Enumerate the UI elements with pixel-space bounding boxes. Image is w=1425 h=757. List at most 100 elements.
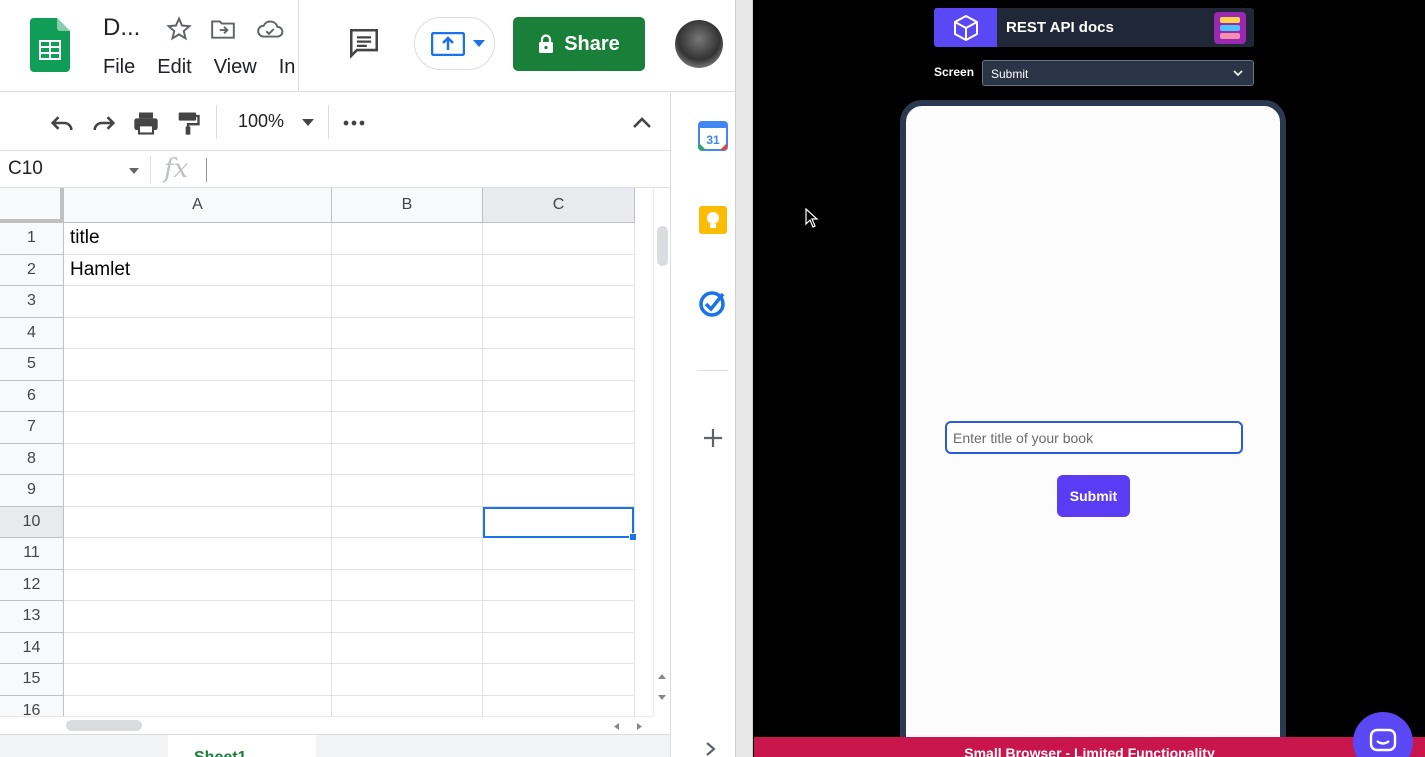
row-header[interactable]: 8 (0, 443, 64, 475)
spreadsheet-grid[interactable]: A B C 1 title 2 Hamlet 3 4 5 6 7 8 9 10 11 12 13 14 15 16 (0, 188, 653, 716)
screen-select[interactable]: Submit (982, 60, 1254, 86)
cell-b13[interactable] (332, 601, 483, 633)
tasks-icon[interactable] (698, 288, 728, 318)
move-folder-icon[interactable] (210, 16, 236, 42)
keep-icon[interactable] (698, 205, 728, 235)
cell-a10[interactable] (64, 506, 332, 538)
row-header[interactable]: 10 (0, 506, 64, 538)
cell-b6[interactable] (332, 380, 483, 412)
cell-c12[interactable] (483, 569, 635, 601)
row-header[interactable]: 14 (0, 632, 64, 664)
row-header[interactable]: 9 (0, 475, 64, 507)
cell-a8[interactable] (64, 443, 332, 475)
cell-b5[interactable] (332, 349, 483, 381)
present-button[interactable] (414, 17, 495, 70)
cell-c9[interactable] (483, 475, 635, 507)
row-header[interactable]: 3 (0, 286, 64, 318)
cell-c14[interactable] (483, 632, 635, 664)
cell-b15[interactable] (332, 664, 483, 696)
cell-a15[interactable] (64, 664, 332, 696)
add-addon-icon[interactable] (698, 423, 728, 453)
undo-icon[interactable] (48, 109, 76, 137)
paint-format-icon[interactable] (174, 109, 202, 137)
column-header-a[interactable]: A (64, 188, 332, 223)
cell-a11[interactable] (64, 538, 332, 570)
cell-c3[interactable] (483, 286, 635, 318)
split-divider[interactable] (735, 0, 753, 757)
collapse-chevron-icon[interactable] (628, 109, 656, 137)
submit-button[interactable]: Submit (1057, 475, 1130, 517)
cell-b12[interactable] (332, 569, 483, 601)
cell-b14[interactable] (332, 632, 483, 664)
cell-c8[interactable] (483, 443, 635, 475)
row-header[interactable]: 2 (0, 254, 64, 286)
vertical-scroll-thumb[interactable] (657, 226, 668, 266)
cell-b3[interactable] (332, 286, 483, 318)
name-box-caret-icon[interactable] (128, 167, 140, 175)
scroll-right-arrow-icon[interactable] (636, 722, 644, 731)
comment-icon[interactable] (347, 26, 381, 60)
cell-c13[interactable] (483, 601, 635, 633)
cell-c1[interactable] (483, 223, 635, 255)
row-header[interactable]: 5 (0, 349, 64, 381)
share-button[interactable]: Share (513, 17, 645, 71)
row-header[interactable]: 4 (0, 317, 64, 349)
row-header[interactable]: 16 (0, 695, 64, 716)
cell-a7[interactable] (64, 412, 332, 444)
scroll-left-arrow-icon[interactable] (612, 722, 620, 731)
cell-a3[interactable] (64, 286, 332, 318)
name-box[interactable]: C10 (8, 158, 43, 180)
cell-a16[interactable] (64, 695, 332, 716)
menu-view[interactable]: View (214, 56, 257, 79)
cell-b10[interactable] (332, 506, 483, 538)
row-header[interactable]: 15 (0, 664, 64, 696)
cell-c2[interactable] (483, 254, 635, 286)
cloud-saved-icon[interactable] (256, 16, 284, 42)
more-icon[interactable] (340, 109, 368, 137)
cell-a14[interactable] (64, 632, 332, 664)
formula-input-caret[interactable] (206, 158, 207, 182)
avatar[interactable] (675, 20, 723, 68)
column-header-c[interactable]: C (483, 188, 635, 223)
cell-a13[interactable] (64, 601, 332, 633)
sheet-tab[interactable]: Sheet1 (168, 735, 316, 757)
print-icon[interactable] (132, 109, 160, 137)
column-header-b[interactable]: B (332, 188, 483, 223)
star-icon[interactable] (166, 16, 192, 42)
cell-b2[interactable] (332, 254, 483, 286)
row-header[interactable]: 12 (0, 569, 64, 601)
zoom-caret-icon[interactable] (300, 117, 316, 129)
row-header[interactable]: 6 (0, 380, 64, 412)
calendar-icon[interactable]: 31 (698, 121, 728, 151)
menu-file[interactable]: File (103, 56, 135, 79)
cell-c7[interactable] (483, 412, 635, 444)
row-header[interactable]: 7 (0, 412, 64, 444)
select-all-corner[interactable] (0, 188, 64, 223)
cell-b1[interactable] (332, 223, 483, 255)
cell-c5[interactable] (483, 349, 635, 381)
cell-a12[interactable] (64, 569, 332, 601)
cell-b8[interactable] (332, 443, 483, 475)
row-header[interactable]: 11 (0, 538, 64, 570)
cell-b11[interactable] (332, 538, 483, 570)
zoom-select[interactable]: 100% (238, 111, 284, 132)
redo-icon[interactable] (90, 109, 118, 137)
menu-edit[interactable]: Edit (157, 56, 191, 79)
cell-a9[interactable] (64, 475, 332, 507)
sheets-logo-icon[interactable] (30, 18, 70, 72)
scroll-up-arrow-icon[interactable] (657, 672, 667, 680)
cell-c11[interactable] (483, 538, 635, 570)
cell-c15[interactable] (483, 664, 635, 696)
cell-b16[interactable] (332, 695, 483, 716)
chat-launcher-button[interactable] (1353, 712, 1413, 757)
chevron-down-icon[interactable] (473, 40, 485, 48)
cell-c10[interactable] (483, 506, 635, 538)
row-header[interactable]: 13 (0, 601, 64, 633)
side-panel-expand-icon[interactable] (705, 741, 717, 757)
cell-a4[interactable] (64, 317, 332, 349)
horizontal-scrollbar[interactable] (0, 716, 653, 734)
cell-c6[interactable] (483, 380, 635, 412)
cell-b9[interactable] (332, 475, 483, 507)
doc-title[interactable]: D... (103, 14, 140, 42)
row-header[interactable]: 1 (0, 223, 64, 255)
